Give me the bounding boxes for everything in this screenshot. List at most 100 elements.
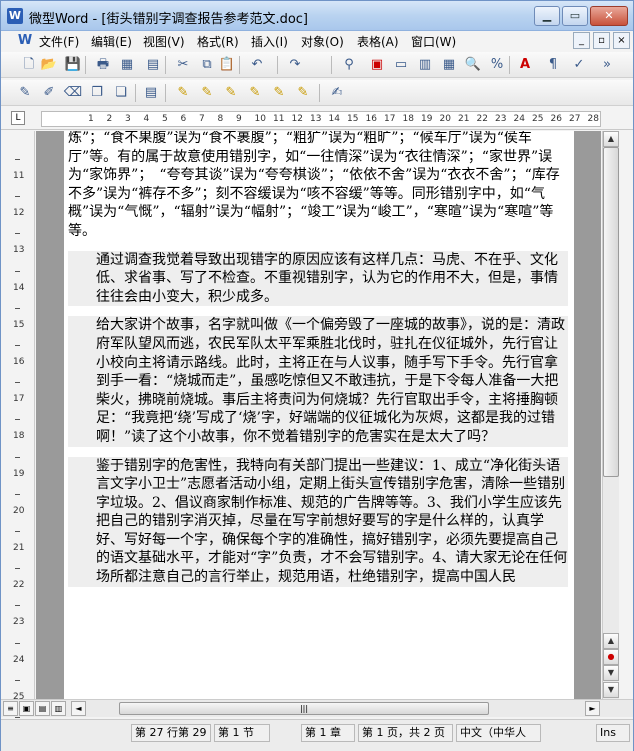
ruler-number: 2 [106,114,113,124]
document-paragraph[interactable]: 鉴于错别字的危害性，我特向有关部门提出一些建议：1、成立“净化街头语言文字小卫士… [68,456,568,587]
table-icon[interactable]: ▦ [439,55,459,75]
copy-page-icon[interactable]: ❐ [87,83,107,103]
left-ruler-tick [15,233,20,235]
left-ruler-tick [15,642,20,644]
copy-page2-icon[interactable]: ❏ [111,83,131,103]
save-icon[interactable]: 💾 [63,55,83,75]
normal-view-button[interactable]: ≡ [3,701,18,716]
previous-page-button[interactable]: ▲ [603,633,619,649]
horizontal-ruler[interactable]: 1 2 3 4 5 6 7 8 9 10 11 12 13 14 15 16 17 18 19 20 21 22 23 24 2… [41,111,601,127]
ruler-number: 19 [421,114,433,124]
format-icon[interactable]: ¶ [543,55,563,75]
marker2-icon[interactable]: ✎ [197,83,217,103]
horizontal-scroll-thumb[interactable]: ||| [119,702,489,715]
horizontal-scrollbar[interactable]: ≡ ▣ ▤ ▥ ◄ ||| ► [1,699,633,717]
menu-bar: 文件(F) 编辑(E) 视图(V) 格式(R) 插入(I) 对象(O) 表格(A) 窗口(W)… [1,31,633,51]
maximize-button[interactable]: ▭ [562,6,588,26]
document-paragraph[interactable]: 通过调查我觉着导致出现错字的原因应该有这样几点：马虎、不在乎、文化低、求省事、写… [68,250,568,307]
menu-item-1[interactable]: 编辑(E) [91,33,132,50]
doc-restore-button[interactable]: ▫ [593,32,610,49]
scroll-left-button[interactable]: ◄ [71,701,86,716]
ruler-number: 20 [439,114,451,124]
close-button[interactable]: ✕ [590,6,628,26]
notes-icon[interactable]: ✍ [327,83,347,103]
page-setup-icon[interactable]: ▣ [367,55,387,75]
undo-icon[interactable]: ↶ [247,55,267,75]
pdf-icon[interactable]: ▦ [117,55,137,75]
document-paragraph[interactable]: 给大家讲个故事，名字就叫做《一个偏旁毁了一座城的故事》，说的是：清政府军队望风而… [68,316,568,447]
app-word-icon[interactable]: W [7,8,23,24]
vertical-scroll-thumb[interactable] [603,147,619,477]
status-ins[interactable]: Ins [596,724,630,742]
menu-item-2[interactable]: 视图(V) [143,33,185,50]
menu-item-5[interactable]: 对象(O) [301,33,344,50]
document-word-icon: W [17,33,33,48]
ruler-number: 23 [495,114,507,124]
status-line-col: 第 27 行第 29 [131,724,211,742]
menu-item-0[interactable]: 文件(F) [39,33,79,50]
redo-icon[interactable]: ↷ [285,55,305,75]
window-title: 微型Word - [街头错别字调查报告参考范文.doc] [29,12,308,27]
next-page-button[interactable]: ▼ [603,665,619,681]
zoom-icon[interactable]: 🔍 [463,55,483,75]
find-icon[interactable]: ⚲ [339,55,359,75]
doc-minimize-button[interactable]: _ [573,32,590,49]
new-doc-icon[interactable]: 🗋 [19,55,39,75]
font-color-icon[interactable]: A [515,55,535,75]
menu-item-3[interactable]: 格式(R) [197,33,239,50]
spellcheck-icon[interactable]: ✓ [569,55,589,75]
tab-selector[interactable]: L [11,111,25,125]
left-ruler-number: 20 [13,505,25,516]
marker3-icon[interactable]: ✎ [221,83,241,103]
edit-icon[interactable]: ✐ [39,83,59,103]
columns-icon[interactable]: ▥ [415,55,435,75]
page-view-button[interactable]: ▤ [35,701,50,716]
document-paragraph[interactable]: 炼”；“食不果腹”误为“食不裹腹”；“粗犷”误为“粗旷”；“候车厅”误为“侯车厅… [68,131,568,241]
document-page[interactable]: 炼”；“食不果腹”误为“食不裹腹”；“粗犷”误为“粗旷”；“候车厅”误为“侯车厅… [64,131,574,699]
scroll-right-button[interactable]: ► [585,701,600,716]
vertical-scrollbar[interactable]: ▲ ▲ ● ▼ ▼ [602,131,619,699]
title-bar[interactable]: W 微型Word - [街头错别字调查报告参考范文.doc] ▁ ▭ ✕ [1,1,633,31]
status-section: 第 1 节 [214,724,270,742]
marker-icon[interactable]: ✎ [173,83,193,103]
marker6-icon[interactable]: ✎ [293,83,313,103]
left-ruler-tick [15,568,20,570]
ruler-number: 22 [476,114,488,124]
clipboard-icon[interactable]: ▤ [141,83,161,103]
ruler-number: 11 [273,114,285,124]
left-ruler-number: 15 [13,319,25,330]
frame-icon[interactable]: ▭ [391,55,411,75]
document-area[interactable]: 炼”；“食不果腹”误为“食不裹腹”；“粗犷”误为“粗旷”；“候车厅”误为“侯车厅… [36,131,601,699]
marker4-icon[interactable]: ✎ [245,83,265,103]
more-icon[interactable]: » [597,55,617,75]
ruler-number: 24 [513,114,525,124]
scroll-down-button[interactable]: ▼ [603,682,619,698]
menu-item-7[interactable]: 窗口(W) [411,33,456,50]
menu-item-4[interactable]: 插入(I) [251,33,288,50]
vertical-ruler[interactable]: 11121314151617181920212223242526 [1,131,35,739]
left-ruler-tick [15,419,20,421]
paste-icon[interactable]: 📋 [217,55,237,75]
web-view-button[interactable]: ▣ [19,701,34,716]
doc-close-button[interactable]: × [613,32,630,49]
minimize-button[interactable]: ▁ [534,6,560,26]
print-preview-icon[interactable]: ▤ [143,55,163,75]
highlight-icon[interactable]: ✎ [15,83,35,103]
copy-icon[interactable]: ⧉ [197,55,217,75]
erase-icon[interactable]: ⌫ [63,83,83,103]
left-ruler-tick [15,345,20,346]
select-browse-object-button[interactable]: ● [603,649,619,665]
marker5-icon[interactable]: ✎ [269,83,289,103]
scroll-up-button[interactable]: ▲ [603,131,619,147]
left-ruler-number: 22 [13,580,25,591]
left-ruler-tick [15,493,20,495]
cut-icon[interactable]: ✂ [173,55,193,75]
print-icon[interactable]: 🖶 [93,55,113,75]
open-folder-icon[interactable]: 📂 [39,55,59,75]
left-ruler-number: 14 [13,282,25,293]
percent-icon[interactable]: % [487,55,507,75]
ruler-number: 13 [310,114,322,124]
outline-view-button[interactable]: ▥ [51,701,66,716]
menu-item-6[interactable]: 表格(A) [357,33,399,50]
document-text[interactable]: 炼”；“食不果腹”误为“食不裹腹”；“粗犷”误为“粗旷”；“候车厅”误为“侯车厅… [68,131,568,587]
